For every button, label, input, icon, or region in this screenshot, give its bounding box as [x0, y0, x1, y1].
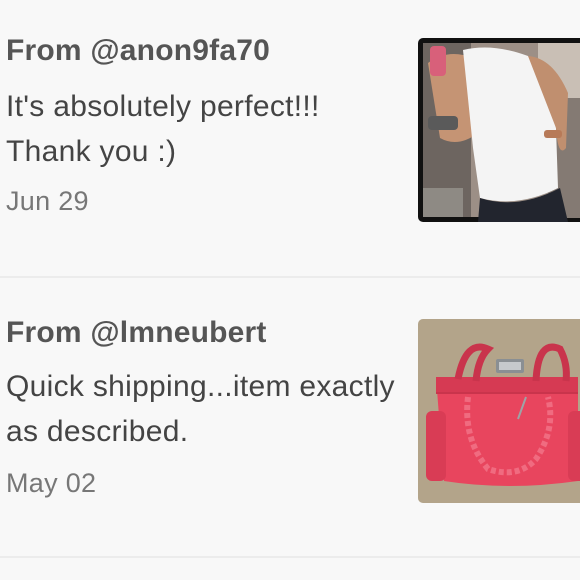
- review-item: From @anon9fa70 It's absolutely perfect!…: [0, 0, 580, 280]
- divider: [0, 556, 580, 558]
- review-date: Jun 29: [6, 186, 89, 216]
- review-date: May 02: [6, 468, 97, 498]
- review-item: From @lmneubert Quick shipping...item ex…: [0, 280, 580, 560]
- review-comment: It's absolutely perfect!!! Thank you :): [6, 90, 320, 168]
- review-photo-thumbnail[interactable]: [418, 38, 580, 222]
- review-comment: Quick shipping...item exactly as describ…: [6, 370, 395, 448]
- divider: [0, 276, 580, 278]
- review-photo-thumbnail[interactable]: [418, 319, 580, 503]
- reviewer-label[interactable]: From @lmneubert: [6, 316, 267, 350]
- reviewer-label[interactable]: From @anon9fa70: [6, 34, 270, 68]
- photo-thumbnail-pink-handbag-icon: [418, 319, 580, 503]
- reviews-feed: From @anon9fa70 It's absolutely perfect!…: [0, 0, 580, 580]
- photo-thumbnail-white-top-icon: [418, 38, 580, 222]
